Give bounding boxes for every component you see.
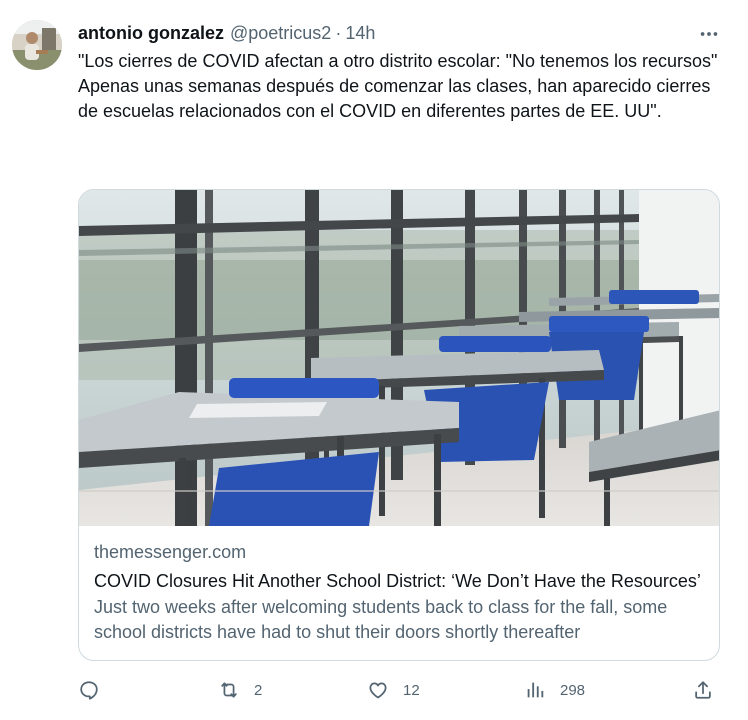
like-count: 12 xyxy=(403,681,420,699)
retweet-icon xyxy=(221,682,237,698)
views-chart-icon xyxy=(527,682,544,698)
tweet-text-line: "Los cierres de COVID afectan a otro dis… xyxy=(78,51,718,71)
more-options-button[interactable] xyxy=(693,22,725,46)
author-name[interactable]: antonio gonzalez xyxy=(78,23,224,44)
retweet-button[interactable]: 2 xyxy=(218,674,262,706)
link-preview-card[interactable]: themessenger.com COVID Closures Hit Anot… xyxy=(78,189,720,661)
classroom-photo xyxy=(79,190,719,526)
tweet-text-line: Apenas unas semanas después de comenzar … xyxy=(78,76,711,121)
card-description: Just two weeks after welcoming students … xyxy=(94,597,668,642)
separator-dot: · xyxy=(335,22,342,43)
views-count: 298 xyxy=(560,681,586,699)
reply-icon xyxy=(80,681,98,700)
like-button[interactable]: 12 xyxy=(367,674,420,706)
reply-button[interactable] xyxy=(78,674,114,706)
avatar-photo xyxy=(12,20,62,70)
views-button[interactable]: 298 xyxy=(524,674,585,706)
author-handle[interactable]: @poetricus2 xyxy=(230,23,331,44)
tweet: antonio gonzalez @poetricus2 · 14h "Los … xyxy=(0,0,748,720)
card-meta: themessenger.com COVID Closures Hit Anot… xyxy=(94,540,709,645)
share-icon xyxy=(695,681,711,699)
card-title[interactable]: COVID Closures Hit Another School Distri… xyxy=(94,569,709,593)
tweet-header: antonio gonzalez @poetricus2 · 14h xyxy=(78,21,375,45)
more-dots-icon xyxy=(700,32,718,36)
retweet-count: 2 xyxy=(254,681,263,699)
tweet-actions: 2 12 298 xyxy=(0,674,748,706)
card-domain: themessenger.com xyxy=(94,542,247,562)
share-button[interactable] xyxy=(692,674,714,706)
heart-icon xyxy=(369,682,387,699)
tweet-timestamp[interactable]: 14h xyxy=(345,23,375,44)
avatar[interactable] xyxy=(12,20,62,70)
tweet-text: "Los cierres de COVID afectan a otro dis… xyxy=(78,49,728,124)
